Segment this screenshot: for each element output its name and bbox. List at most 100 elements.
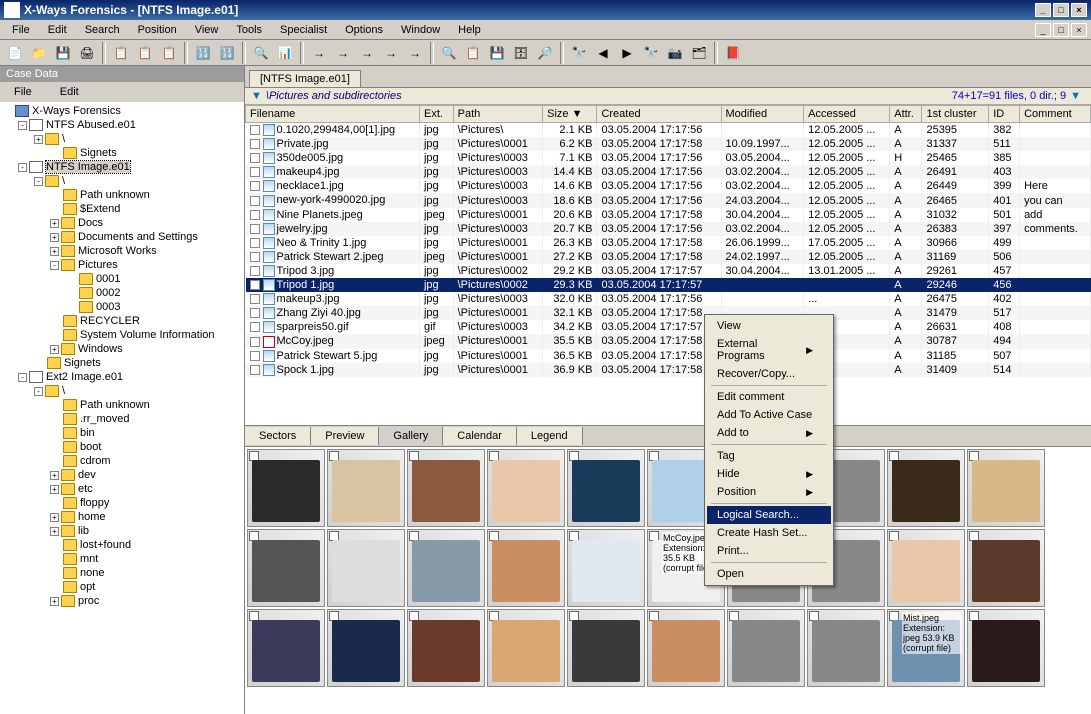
row-checkbox[interactable] bbox=[250, 351, 260, 361]
tree-expander[interactable]: + bbox=[50, 513, 59, 522]
row-checkbox[interactable] bbox=[250, 337, 260, 347]
tree-node[interactable]: Path unknown bbox=[2, 398, 242, 412]
tree-label[interactable]: bin bbox=[80, 427, 95, 439]
tree-expander[interactable]: + bbox=[50, 247, 59, 256]
gallery-thumbnail[interactable] bbox=[407, 529, 485, 607]
menu-position[interactable]: Position bbox=[130, 22, 185, 38]
toolbar-button[interactable]: 📋 bbox=[110, 42, 132, 64]
mdi-minimize-button[interactable]: _ bbox=[1035, 23, 1051, 37]
tree-label[interactable]: Pictures bbox=[78, 259, 118, 271]
row-checkbox[interactable] bbox=[250, 210, 260, 220]
toolbar-button[interactable]: ▶ bbox=[616, 42, 638, 64]
row-checkbox[interactable] bbox=[250, 153, 260, 163]
casedata-menu-edit[interactable]: Edit bbox=[52, 84, 87, 100]
tree-node[interactable]: +etc bbox=[2, 482, 242, 496]
menu-edit[interactable]: Edit bbox=[40, 22, 75, 38]
context-item[interactable]: Position▶ bbox=[707, 483, 831, 501]
mdi-close-button[interactable]: × bbox=[1071, 23, 1087, 37]
file-row[interactable]: 350de005.jpgjpg\Pictures\00037.1 KB03.05… bbox=[246, 151, 1091, 165]
tree-node[interactable]: $Extend bbox=[2, 202, 242, 216]
file-row[interactable]: Tripod 1.jpgjpg\Pictures\000229.3 KB03.0… bbox=[246, 278, 1091, 292]
toolbar-button[interactable]: 🗂 bbox=[688, 42, 710, 64]
gallery-thumbnail[interactable] bbox=[487, 609, 565, 687]
tree-label[interactable]: home bbox=[78, 511, 106, 523]
tree-label[interactable]: lost+found bbox=[80, 539, 131, 551]
context-item[interactable]: Open bbox=[707, 565, 831, 583]
tree-node[interactable]: +dev bbox=[2, 468, 242, 482]
toolbar-button[interactable]: 📷 bbox=[664, 42, 686, 64]
tree-expander[interactable]: - bbox=[34, 387, 43, 396]
filter-icon-right[interactable]: ▼ bbox=[1070, 90, 1081, 102]
toolbar-button[interactable]: 🔢 bbox=[192, 42, 214, 64]
document-tab[interactable]: [NTFS Image.e01] bbox=[249, 70, 361, 87]
file-row[interactable]: Zhang Ziyi 40.jpgjpg\Pictures\000132.1 K… bbox=[246, 306, 1091, 320]
tree-node[interactable]: +proc bbox=[2, 594, 242, 608]
file-row[interactable]: Tripod 3.jpgjpg\Pictures\000229.2 KB03.0… bbox=[246, 264, 1091, 278]
column-header[interactable]: Ext. bbox=[419, 106, 453, 123]
tree-label[interactable]: Microsoft Works bbox=[78, 245, 157, 257]
gallery-thumbnail[interactable] bbox=[327, 529, 405, 607]
column-header[interactable]: Comment bbox=[1020, 106, 1091, 123]
tree-node[interactable]: RECYCLER bbox=[2, 314, 242, 328]
column-header[interactable]: Accessed bbox=[804, 106, 890, 123]
tree-expander[interactable]: + bbox=[50, 233, 59, 242]
tree-node[interactable]: +Documents and Settings bbox=[2, 230, 242, 244]
gallery-thumbnail[interactable] bbox=[247, 529, 325, 607]
toolbar-button[interactable]: ◀ bbox=[592, 42, 614, 64]
mdi-maximize-button[interactable]: □ bbox=[1053, 23, 1069, 37]
tree-label[interactable]: opt bbox=[80, 581, 95, 593]
tree-label[interactable]: boot bbox=[80, 441, 101, 453]
tree-expander[interactable]: - bbox=[50, 261, 59, 270]
tree-label[interactable]: Path unknown bbox=[80, 189, 150, 201]
case-tree[interactable]: X-Ways Forensics-NTFS Abused.e01+\Signet… bbox=[0, 102, 244, 714]
toolbar-button[interactable]: 💾 bbox=[52, 42, 74, 64]
tree-node[interactable]: none bbox=[2, 566, 242, 580]
toolbar-button[interactable]: → bbox=[356, 42, 378, 64]
gallery-thumbnail[interactable]: Mist.jpeg Extension: jpeg 53.9 KB (corru… bbox=[887, 609, 965, 687]
tree-label[interactable]: Signets bbox=[80, 147, 117, 159]
context-item[interactable]: Hide▶ bbox=[707, 465, 831, 483]
tree-node[interactable]: 0001 bbox=[2, 272, 242, 286]
file-row[interactable]: 0.1020,299484,00[1].jpgjpg\Pictures\2.1 … bbox=[246, 123, 1091, 138]
file-row[interactable]: makeup3.jpgjpg\Pictures\000332.0 KB03.05… bbox=[246, 292, 1091, 306]
toolbar-button[interactable]: 🔢 bbox=[216, 42, 238, 64]
tree-expander[interactable]: + bbox=[50, 485, 59, 494]
menu-specialist[interactable]: Specialist bbox=[272, 22, 335, 38]
tree-expander[interactable]: - bbox=[18, 373, 27, 382]
tree-label[interactable]: 0001 bbox=[96, 273, 120, 285]
toolbar-button[interactable]: 📄 bbox=[4, 42, 26, 64]
tree-node[interactable]: Path unknown bbox=[2, 188, 242, 202]
tree-node[interactable]: + home bbox=[2, 510, 242, 524]
context-item[interactable]: Create Hash Set... bbox=[707, 524, 831, 542]
file-row[interactable]: Private.jpgjpg\Pictures\00016.2 KB03.05.… bbox=[246, 137, 1091, 151]
context-item[interactable]: Print... bbox=[707, 542, 831, 560]
tree-node[interactable]: +Docs bbox=[2, 216, 242, 230]
column-header[interactable]: Path bbox=[453, 106, 543, 123]
tree-label[interactable]: Ext2 Image.e01 bbox=[46, 371, 123, 383]
column-header[interactable]: Created bbox=[597, 106, 721, 123]
tree-node[interactable]: +Windows bbox=[2, 342, 242, 356]
column-header[interactable]: Filename bbox=[246, 106, 420, 123]
tree-label[interactable]: Signets bbox=[64, 357, 101, 369]
tree-label[interactable]: System Volume Information bbox=[80, 329, 215, 341]
tree-label[interactable]: dev bbox=[78, 469, 96, 481]
tree-node[interactable]: .rr_moved bbox=[2, 412, 242, 426]
column-header[interactable]: Size ▼ bbox=[543, 106, 597, 123]
tree-expander[interactable]: + bbox=[50, 219, 59, 228]
tree-expander[interactable]: - bbox=[18, 163, 27, 172]
file-row[interactable]: McCoy.jpegjpeg\Pictures\000135.5 KB03.05… bbox=[246, 334, 1091, 348]
tree-label[interactable]: cdrom bbox=[80, 455, 111, 467]
preview-tab-gallery[interactable]: Gallery bbox=[379, 427, 443, 445]
row-checkbox[interactable] bbox=[250, 167, 260, 177]
tree-node[interactable]: X-Ways Forensics bbox=[2, 104, 242, 118]
row-checkbox[interactable] bbox=[250, 238, 260, 248]
preview-tab-calendar[interactable]: Calendar bbox=[443, 427, 517, 445]
menu-file[interactable]: File bbox=[4, 22, 38, 38]
context-item[interactable]: External Programs▶ bbox=[707, 335, 831, 365]
close-button[interactable]: × bbox=[1071, 3, 1087, 17]
context-item[interactable]: Add To Active Case bbox=[707, 406, 831, 424]
column-header[interactable]: Modified bbox=[721, 106, 804, 123]
context-item[interactable]: Logical Search... bbox=[707, 506, 831, 524]
tree-node[interactable]: System Volume Information bbox=[2, 328, 242, 342]
file-row[interactable]: Nine Planets.jpegjpeg\Pictures\000120.6 … bbox=[246, 208, 1091, 222]
